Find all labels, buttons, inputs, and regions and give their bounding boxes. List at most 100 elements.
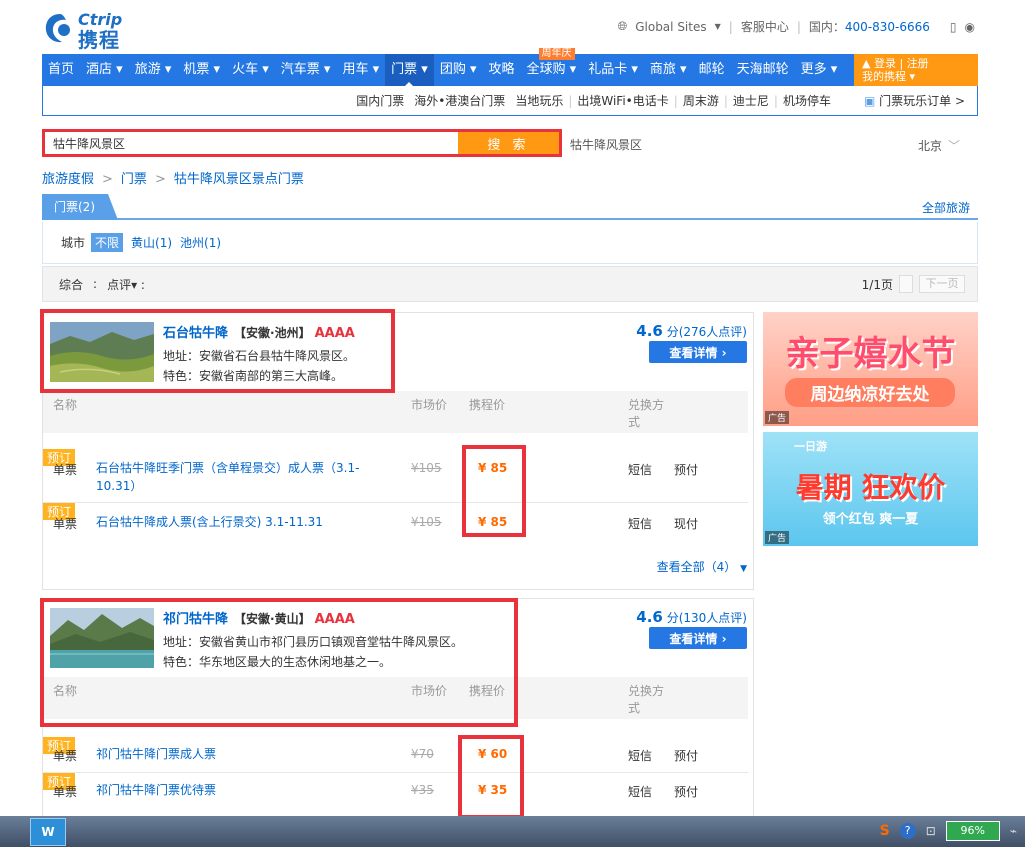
spot-card-shitai: 石台牯牛降 【安徽·池州】 AAAA 地址：安徽省石台县牯牛降风景区。 特色：安徽省… [42,312,754,590]
login-box[interactable]: ▲ 登录 | 注册 我的携程 ▾ [854,54,978,86]
spot-card-qimen: 祁门牯牛降 【安徽·黄山】 AAAA 地址：安徽省黄山市祁门县历口镇观音堂牯牛降风景… [42,598,754,818]
col-exchange-2: 式 [628,415,641,429]
col-ctrip-price: 携程价 [469,398,506,412]
ticket-title[interactable]: 祁门牯牛降门票优待票 [96,781,386,799]
sogou-ime-icon[interactable]: S [880,823,890,839]
battery-indicator[interactable]: 96% [945,821,1000,841]
search-hint[interactable]: 牯牛降风景区 [570,136,642,153]
nav-more[interactable]: 更多 ▾ [795,54,844,86]
ad-banner-kids-water[interactable]: 亲子嬉水节 周边纳凉好去处 广告 [763,312,978,426]
filter-unlimited[interactable]: 不限 [91,233,124,252]
ticket-title[interactable]: 石台牯牛降旺季门票（含单程景交）成人票（3.1-10.31） [96,459,386,495]
nav-flights[interactable]: 机票 ▾ [177,54,226,86]
exchange-sms: 短信 [628,463,653,477]
my-ctrip-link[interactable]: 我的携程 ▾ [862,70,978,83]
nav-cruise[interactable]: 邮轮 [693,54,731,86]
ad-tag: 广告 [765,411,790,424]
power-icon[interactable]: ⌁ [1010,824,1017,838]
filter-chizhou[interactable]: 池州(1) [180,234,221,251]
ticket-title[interactable]: 石台牯牛降成人票(含上行景交) 3.1-11.31 [96,513,416,531]
top-header: Ctrip 携程 🌐︎ Global Sites ▼ | 客服中心 | 国内： 4… [0,0,1025,54]
sort-composite[interactable]: 综合 [59,276,83,293]
mobile-icon[interactable]: ▯ [950,20,957,34]
service-center-link[interactable]: 客服中心 [741,18,789,35]
spot-thumbnail[interactable] [50,322,154,382]
anniversary-badge: 周年庆 [538,48,575,60]
col-exchange: 兑换方 [628,684,665,698]
spot-score[interactable]: 4.6 分(130人点评) [636,608,747,626]
filter-huangshan[interactable]: 黄山(1) [131,234,172,251]
ctrip-price: ¥ 85 [478,461,508,475]
subnav-disney[interactable]: 迪士尼 [728,92,774,109]
pager: 1/1页 下一页 [862,275,965,293]
ticket-type: 单票 [53,749,78,763]
nav-global-shop[interactable]: 周年庆 全球购 ▾ [521,48,583,86]
nav-gift-card[interactable]: 礼品卡 ▾ [582,54,644,86]
global-sites-link[interactable]: Global Sites [635,20,706,34]
filter-label: 城市 [61,236,86,250]
start-button[interactable]: W [30,818,66,846]
ctrip-logo[interactable]: Ctrip 携程 [42,10,142,52]
ctrip-price: ¥ 85 [478,515,508,529]
subnav-domestic-tickets[interactable]: 国内门票 [351,92,409,109]
nav-business[interactable]: 商旅 ▾ [644,54,693,86]
subnav-overseas-tickets[interactable]: 海外•港澳台门票 [409,92,510,109]
col-name: 名称 [53,398,78,412]
help-icon[interactable]: ? [899,823,916,839]
view-details-button[interactable]: 查看详情 › [649,627,747,649]
prev-page-button[interactable] [899,275,913,293]
login-link[interactable]: ▲ 登录 | 注册 [862,57,978,70]
pay-method: 预付 [674,785,699,799]
all-travel-link[interactable]: 全部旅游 [922,199,970,216]
city-selector[interactable]: 北京 ﹀ [918,137,960,154]
exchange-sms: 短信 [628,749,653,763]
subnav-weekend[interactable]: 周末游 [678,92,724,109]
spot-thumbnail[interactable] [50,608,154,668]
market-price: ¥70 [411,747,434,761]
subnav-airport-parking[interactable]: 机场停车 [778,92,836,109]
next-page-button[interactable]: 下一页 [919,275,965,293]
nav-guides[interactable]: 攻略 [483,54,521,86]
breadcrumb-current[interactable]: 牯牛降风景区景点门票 [174,172,304,187]
nav-train[interactable]: 火车 ▾ [226,54,275,86]
subnav-wifi-phone[interactable]: 出境WiFi•电话卡 [572,92,673,109]
os-taskbar: W S ? ⊡ 96% ⌁ [0,816,1025,847]
nav-tianhai-cruise[interactable]: 天海邮轮 [731,54,795,86]
sort-reviews[interactable]: 点评▾ : [107,276,145,293]
search-button[interactable]: 搜 索 [458,129,562,157]
nav-bus[interactable]: 汽车票 ▾ [275,54,337,86]
nav-home[interactable]: 首页 [42,54,80,86]
spot-title[interactable]: 石台牯牛降 【安徽·池州】 AAAA [163,322,355,341]
search-input[interactable] [42,129,458,157]
ticket-row: 单票 石台牯牛降旺季门票（含单程景交）成人票（3.1-10.31） ¥105 ¥… [43,449,748,503]
tab-tickets[interactable]: 门票(2) [42,194,118,220]
nav-travel[interactable]: 旅游 ▾ [129,54,178,86]
view-all-link[interactable]: 查看全部（4） ▼ [657,558,747,575]
nav-group-buy[interactable]: 团购 ▾ [434,54,483,86]
subnav-local-fun[interactable]: 当地玩乐 [510,92,568,109]
spot-score[interactable]: 4.6 分(276人点评) [636,322,747,340]
dolphin-logo-icon [45,14,70,43]
ad-banner-summer[interactable]: 一日游 暑期 狂欢价 领个红包 爽一夏 广告 [763,432,978,546]
network-icon[interactable]: ⊡ [926,824,936,838]
page-info: 1/1页 [861,277,893,292]
ticket-title[interactable]: 祁门牯牛降门票成人票 [96,745,386,763]
wechat-icon[interactable]: ◉ [965,20,975,34]
ctrip-price: ¥ 35 [478,783,508,797]
spot-title[interactable]: 祁门牯牛降 【安徽·黄山】 AAAA [163,608,355,627]
sort-bar: 综合 : 点评▾ : 1/1页 下一页 [42,266,978,302]
view-details-button[interactable]: 查看详情 › [649,341,747,363]
col-market-price: 市场价 [411,684,448,698]
ticket-orders-link[interactable]: ▣ 门票玩乐订单 > [864,92,965,109]
spot-level-badge: AAAA [314,326,355,341]
nav-hotel[interactable]: 酒店 ▾ [80,54,129,86]
nav-tickets[interactable]: 门票 ▾ [385,54,434,86]
breadcrumb-travel[interactable]: 旅游度假 [42,172,94,187]
breadcrumb-tickets[interactable]: 门票 [121,172,147,187]
ticket-type: 单票 [53,463,78,477]
chevron-down-icon: ▼ [740,564,747,574]
ticket-table-header: 名称 市场价 携程价 兑换方 式 [43,391,748,433]
nav-car[interactable]: 用车 ▾ [336,54,385,86]
top-links: 🌐︎ Global Sites ▼ | 客服中心 | 国内： 400-830-66… [617,18,975,35]
ticket-row: 单票 祁门牯牛降门票优待票 ¥35 ¥ 35 短信 预付 预订 [43,773,748,809]
